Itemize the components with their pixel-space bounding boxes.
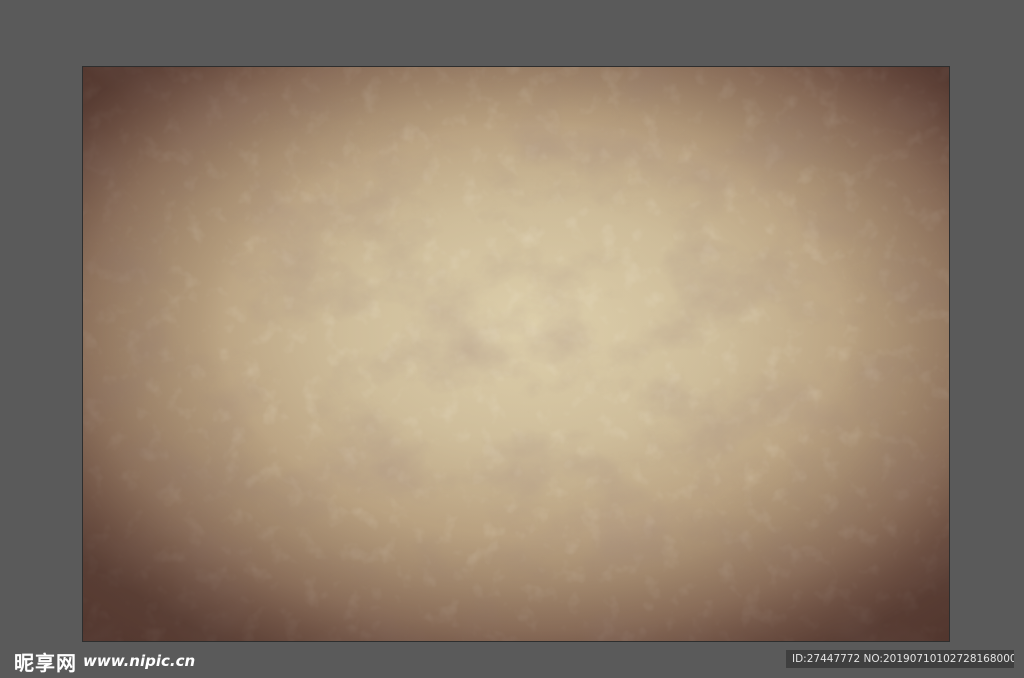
image-id-label: ID:27447772 NO:20190710102728168000 bbox=[786, 650, 1014, 668]
grunge-paper-texture bbox=[83, 67, 949, 641]
site-name: 昵享网 bbox=[14, 650, 77, 675]
artboard-canvas[interactable] bbox=[82, 66, 950, 642]
watermark-bar: 昵享网 www.nipic.cn ID:27447772 NO:20190710… bbox=[0, 642, 1024, 678]
site-logo: 昵享网 www.nipic.cn bbox=[14, 648, 196, 675]
site-url: www.nipic.cn bbox=[83, 652, 196, 670]
